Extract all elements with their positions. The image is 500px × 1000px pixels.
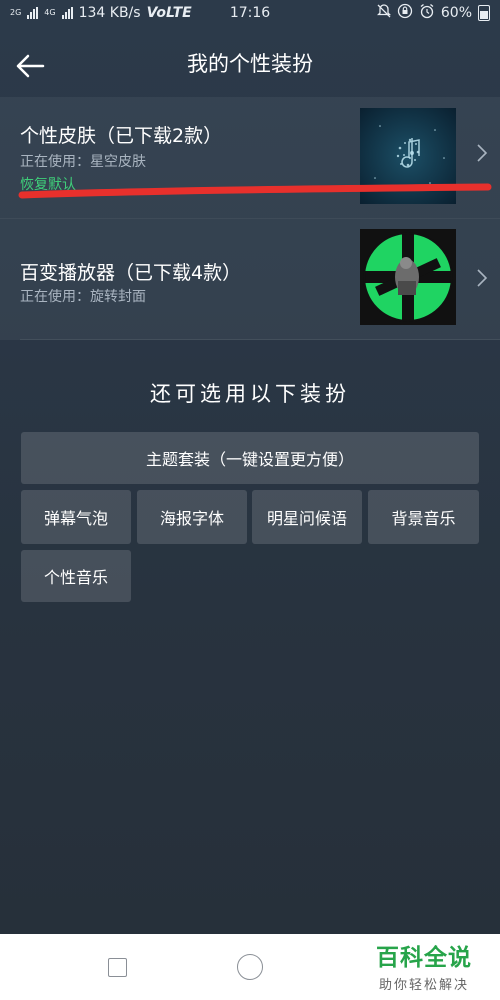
watermark-sub-text: 助你轻松解决 xyxy=(378,978,469,993)
volte-badge: VoLTE xyxy=(146,5,192,21)
personal-music-button[interactable]: 个性音乐 xyxy=(21,550,131,602)
skin-thumbnail xyxy=(360,108,456,204)
player-card-title: 百变播放器（已下载4款） xyxy=(20,262,242,284)
network-speed: 134 KB/s xyxy=(78,5,141,21)
alarm-clock-icon xyxy=(419,3,435,23)
mute-bell-icon xyxy=(376,4,391,22)
network-2g-label: 2G xyxy=(10,8,22,17)
player-thumbnail xyxy=(360,229,456,325)
battery-icon xyxy=(478,5,490,21)
theme-suite-button[interactable]: 主题套装（一键设置更方便） xyxy=(21,432,479,484)
recents-square-icon[interactable] xyxy=(108,958,127,977)
more-options-heading: 还可选用以下装扮 xyxy=(150,382,350,406)
status-bar: 2G 4G 134 KB/s VoLTE 17:16 60% xyxy=(0,0,500,26)
skin-current: 正在使用：星空皮肤 xyxy=(20,154,146,170)
restore-default-link[interactable]: 恢复默认 xyxy=(20,174,76,194)
page-title: 我的个性装扮 xyxy=(187,52,313,76)
star-greeting-button[interactable]: 明星问候语 xyxy=(252,490,362,544)
home-circle-icon[interactable] xyxy=(237,954,263,980)
danmaku-bubble-button[interactable]: 弹幕气泡 xyxy=(21,490,131,544)
poster-font-button[interactable]: 海报字体 xyxy=(137,490,247,544)
lock-rotation-icon xyxy=(397,3,413,23)
chevron-right-icon xyxy=(476,268,488,292)
watermark-main-text: 百科全说 xyxy=(376,945,472,971)
section-divider xyxy=(20,339,500,340)
network-4g-label: 4G xyxy=(44,8,56,17)
chevron-right-icon xyxy=(476,143,488,167)
status-left: 2G 4G 134 KB/s VoLTE xyxy=(10,5,377,21)
top-bar: 我的个性装扮 xyxy=(0,26,500,96)
signal-icon-2 xyxy=(61,7,73,19)
player-card[interactable]: 百变播放器（已下载4款） 正在使用：旋转封面 xyxy=(0,218,500,340)
skin-card[interactable]: 个性皮肤（已下载2款） 正在使用：星空皮肤 恢复默认 xyxy=(0,97,500,219)
player-current: 正在使用：旋转封面 xyxy=(20,289,146,305)
watermark-logo: 百科全说 助你轻松解决 xyxy=(356,938,492,998)
status-right: 60% xyxy=(376,3,490,23)
background-music-button[interactable]: 背景音乐 xyxy=(368,490,479,544)
signal-icon xyxy=(27,7,39,19)
battery-percent: 60% xyxy=(440,5,472,21)
skin-card-title: 个性皮肤（已下载2款） xyxy=(20,125,223,147)
